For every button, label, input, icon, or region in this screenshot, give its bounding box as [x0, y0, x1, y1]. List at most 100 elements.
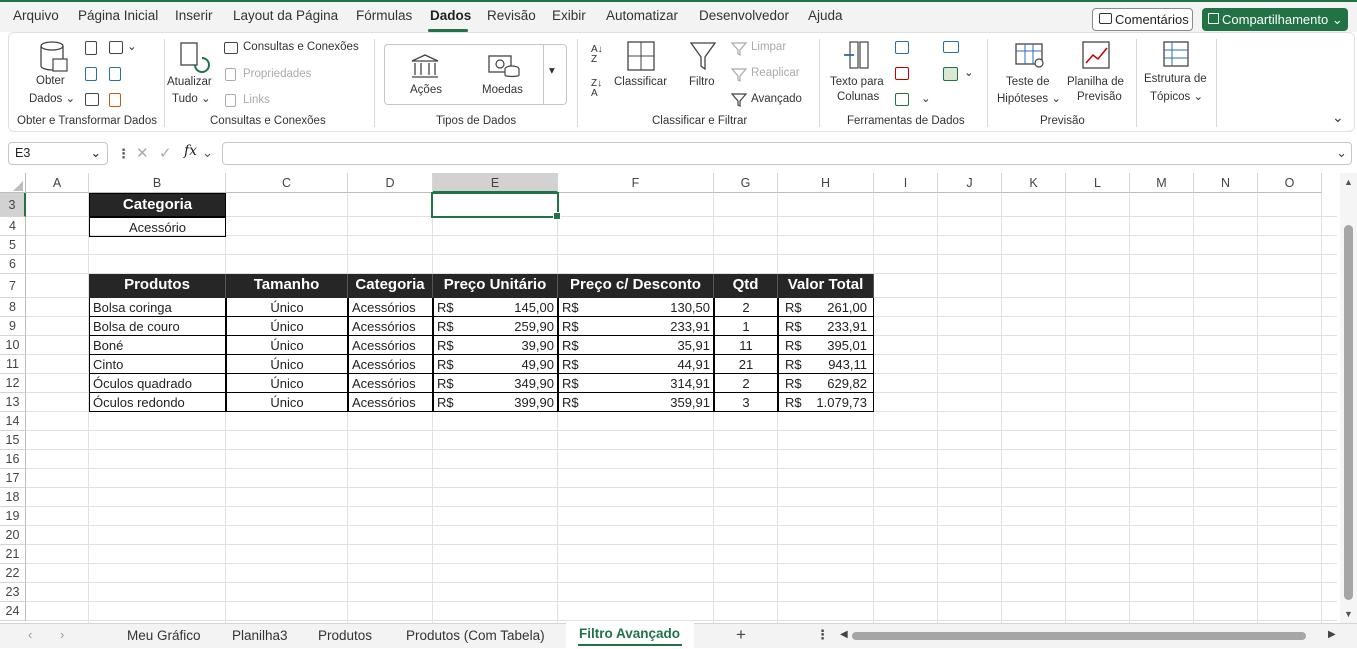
column-header[interactable]: E	[433, 173, 558, 193]
what-if-button[interactable]: Hipóteses ⌄	[997, 91, 1061, 105]
cell-produto[interactable]: Boné	[89, 336, 226, 355]
cell-categoria[interactable]: Acessórios	[348, 393, 433, 412]
row-header[interactable]: 4	[0, 217, 26, 236]
flash-fill-icon[interactable]	[895, 41, 909, 54]
cell-preco-unitario[interactable]: R$ 349,90	[433, 374, 558, 393]
row-header[interactable]: 5	[0, 236, 26, 255]
row-header[interactable]: 3	[0, 193, 26, 217]
column-header[interactable]: K	[1002, 173, 1066, 193]
links-button[interactable]: Links	[243, 94, 270, 106]
cell-tamanho[interactable]: Único	[226, 317, 348, 336]
header-preco-unitario[interactable]: Preço Unitário	[433, 274, 558, 298]
scroll-down-icon[interactable]: ▼	[1344, 609, 1353, 619]
filter-button[interactable]: Filtro	[689, 76, 715, 88]
cell-categoria[interactable]: Acessórios	[348, 317, 433, 336]
column-header[interactable]: O	[1258, 173, 1322, 193]
vertical-scrollbar[interactable]: ▲ ▼	[1340, 173, 1357, 623]
sheet-tab-produtos[interactable]: Produtos	[318, 628, 372, 643]
row-header[interactable]: 17	[0, 469, 26, 488]
tab-arquivo[interactable]: Arquivo	[13, 8, 59, 23]
from-web-icon[interactable]	[85, 67, 97, 81]
column-header[interactable]: C	[226, 173, 348, 193]
prev-sheet-icon[interactable]: ‹	[28, 627, 32, 642]
cell-qtd[interactable]: 2	[714, 298, 778, 317]
remove-duplicates-icon[interactable]	[895, 67, 909, 80]
get-data-button[interactable]: Dados ⌄	[29, 91, 75, 105]
gallery-more-icon[interactable]: ▾	[549, 63, 555, 77]
tab-desenvolvedor[interactable]: Desenvolvedor	[699, 8, 789, 23]
cell-preco-unitario[interactable]: R$ 399,90	[433, 393, 558, 412]
data-validation-icon[interactable]	[895, 93, 909, 106]
cell-preco-desconto[interactable]: R$ 35,91	[558, 336, 714, 355]
cell-qtd[interactable]: 3	[714, 393, 778, 412]
cell-qtd[interactable]: 1	[714, 317, 778, 336]
cancel-icon[interactable]: ✕	[136, 144, 149, 162]
row-header[interactable]: 13	[0, 393, 26, 412]
cell-produto[interactable]: Bolsa de couro	[89, 317, 226, 336]
cell-valor-total[interactable]: R$ 261,00	[778, 298, 874, 317]
formula-input[interactable]: ⌄	[222, 142, 1352, 165]
column-header[interactable]: H	[778, 173, 874, 193]
horizontal-scroll-thumb[interactable]	[852, 632, 1306, 640]
row-header[interactable]: 22	[0, 564, 26, 583]
row-header[interactable]: 23	[0, 583, 26, 602]
sheet-tab-planilha3[interactable]: Planilha3	[232, 628, 288, 643]
sort-button[interactable]: Classificar	[614, 76, 667, 88]
cell-valor-total[interactable]: R$ 943,11	[778, 355, 874, 374]
cell-categoria[interactable]: Acessórios	[348, 298, 433, 317]
vertical-scroll-thumb[interactable]	[1344, 225, 1353, 600]
refresh-all-button[interactable]: Tudo ⌄	[172, 91, 211, 105]
header-qtd[interactable]: Qtd	[714, 274, 778, 298]
scroll-up-icon[interactable]: ▲	[1344, 177, 1353, 187]
sheet-tab-filtro-avancado[interactable]: Filtro Avançado	[579, 626, 680, 641]
criteria-header[interactable]: Categoria	[89, 193, 226, 217]
collapse-ribbon-icon[interactable]: ⌄	[1332, 109, 1344, 126]
cell-produto[interactable]: Óculos quadrado	[89, 374, 226, 393]
tab-pagina-inicial[interactable]: Página Inicial	[78, 8, 158, 23]
cell-categoria[interactable]: Acessórios	[348, 355, 433, 374]
column-header[interactable]: M	[1130, 173, 1194, 193]
cell-categoria[interactable]: Acessórios	[348, 336, 433, 355]
header-preco-desconto[interactable]: Preço c/ Desconto	[558, 274, 714, 298]
clear-button[interactable]: Limpar	[751, 41, 786, 53]
cell-preco-unitario[interactable]: R$ 259,90	[433, 317, 558, 336]
comments-button[interactable]: Comentários	[1092, 8, 1193, 31]
insert-function-icon[interactable]: fx	[184, 143, 197, 159]
currencies-button[interactable]: Moedas	[482, 84, 523, 96]
active-cell-e3[interactable]	[431, 192, 561, 220]
row-header[interactable]: 19	[0, 507, 26, 526]
cell-tamanho[interactable]: Único	[226, 374, 348, 393]
tab-dados[interactable]: Dados	[430, 8, 471, 23]
recent-clock-icon[interactable]	[109, 67, 121, 81]
cell-valor-total[interactable]: R$ 1.079,73	[778, 393, 874, 412]
select-all-corner[interactable]	[0, 173, 26, 193]
add-sheet-icon[interactable]: +	[736, 625, 746, 645]
cell-preco-unitario[interactable]: R$ 145,00	[433, 298, 558, 317]
tab-automatizar[interactable]: Automatizar	[606, 8, 678, 23]
tab-layout[interactable]: Layout da Página	[233, 8, 338, 23]
cell-qtd[interactable]: 2	[714, 374, 778, 393]
header-tamanho[interactable]: Tamanho	[226, 274, 348, 298]
share-button[interactable]: Compartilhamento ⌄	[1202, 8, 1348, 31]
sheet-tab-meu-grafico[interactable]: Meu Gráfico	[127, 628, 201, 643]
tab-formulas[interactable]: Fórmulas	[356, 8, 412, 23]
from-text-icon[interactable]	[85, 41, 97, 55]
row-header[interactable]: 20	[0, 526, 26, 545]
header-categoria[interactable]: Categoria	[348, 274, 433, 298]
text-to-columns-label-1[interactable]: Texto para	[830, 76, 884, 88]
more-sheets-icon[interactable]: ⋮	[816, 627, 829, 643]
recent-sources-icon[interactable]	[109, 41, 123, 54]
row-header[interactable]: 12	[0, 374, 26, 393]
cell-tamanho[interactable]: Único	[226, 298, 348, 317]
tab-inserir[interactable]: Inserir	[175, 8, 213, 23]
column-header[interactable]: L	[1066, 173, 1130, 193]
name-box[interactable]: E3 ⌄	[8, 142, 108, 165]
header-valor-total[interactable]: Valor Total	[778, 274, 874, 298]
column-header[interactable]: J	[938, 173, 1002, 193]
row-header[interactable]: 15	[0, 431, 26, 450]
get-data-label-1[interactable]: Obter	[36, 75, 65, 87]
cell-preco-desconto[interactable]: R$ 130,50	[558, 298, 714, 317]
cell-valor-total[interactable]: R$ 395,01	[778, 336, 874, 355]
criteria-value[interactable]: Acessório	[89, 217, 226, 237]
refresh-label-1[interactable]: Atualizar	[167, 76, 212, 88]
